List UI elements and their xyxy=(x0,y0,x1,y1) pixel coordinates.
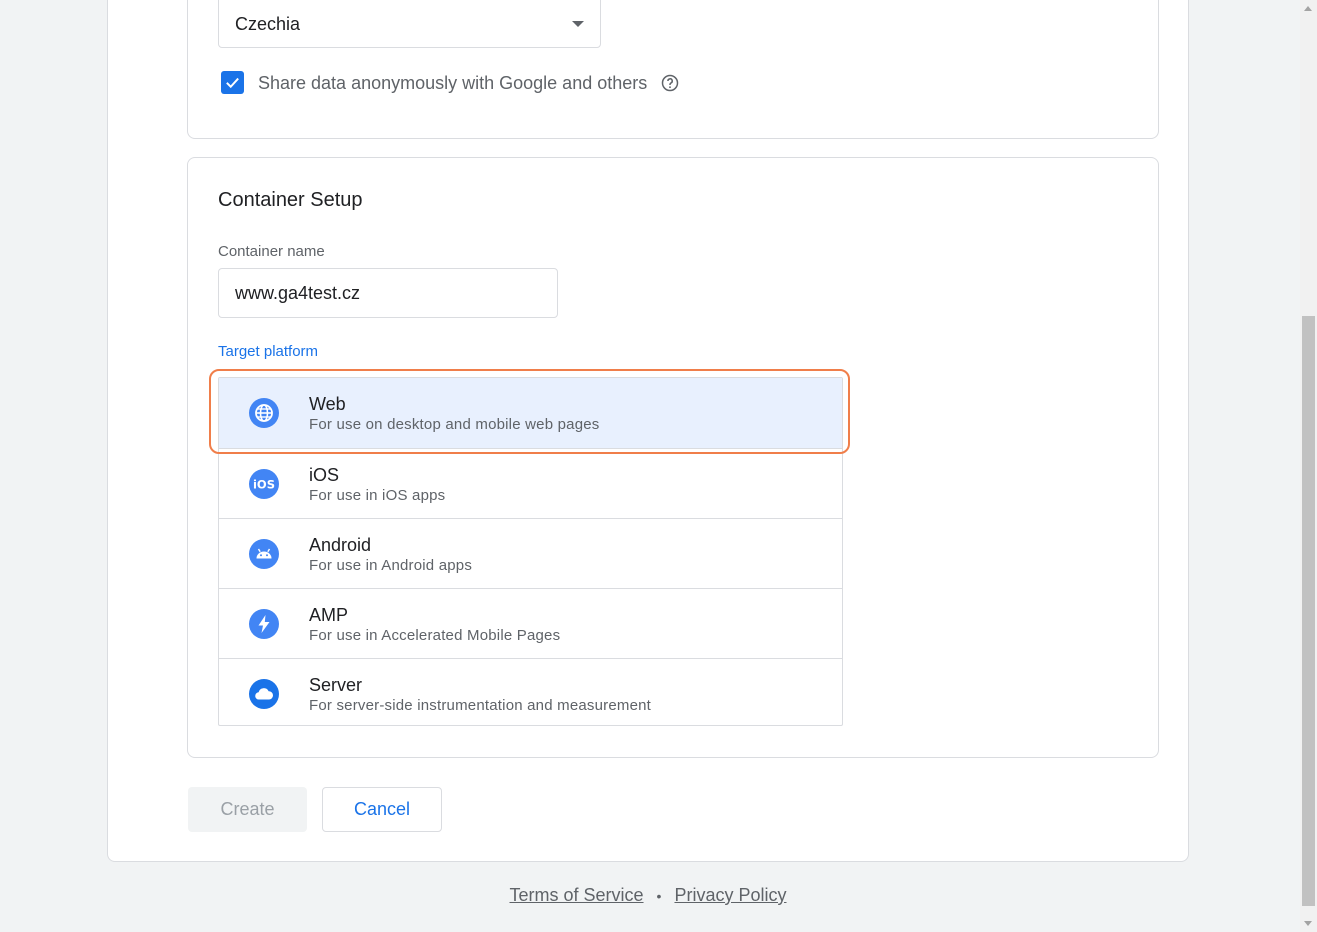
container-setup-title: Container Setup xyxy=(218,189,363,211)
help-icon[interactable] xyxy=(661,74,679,92)
cancel-button[interactable]: Cancel xyxy=(322,787,442,832)
platform-option-server[interactable]: Server For server-side instrumentation a… xyxy=(219,658,842,728)
country-select-value: Czechia xyxy=(235,14,301,34)
platform-desc: For use on desktop and mobile web pages xyxy=(309,416,600,433)
container-name-input[interactable] xyxy=(218,268,558,318)
checkmark-icon xyxy=(226,77,239,89)
footer: Terms of Service • Privacy Policy xyxy=(0,885,1296,906)
country-select[interactable]: Czechia xyxy=(218,0,601,48)
target-platform-label: Target platform xyxy=(218,343,319,360)
create-button[interactable]: Create xyxy=(188,787,307,832)
platform-name: AMP xyxy=(309,605,349,625)
scrollbar-thumb[interactable] xyxy=(1302,316,1315,906)
scroll-down-arrow-icon[interactable] xyxy=(1300,915,1317,932)
cloud-icon xyxy=(249,679,279,709)
share-data-checkbox[interactable] xyxy=(221,71,244,94)
platform-desc: For use in Android apps xyxy=(309,557,473,574)
privacy-policy-link[interactable]: Privacy Policy xyxy=(674,885,786,905)
platform-list: Web For use on desktop and mobile web pa… xyxy=(218,377,843,726)
platform-desc: For use in iOS apps xyxy=(309,487,446,504)
platform-name: Web xyxy=(309,394,346,414)
footer-separator: • xyxy=(656,888,662,904)
platform-option-android[interactable]: Android For use in Android apps xyxy=(219,518,842,588)
amp-bolt-icon xyxy=(249,609,279,639)
platform-name: iOS xyxy=(309,465,340,485)
share-data-label: Share data anonymously with Google and o… xyxy=(258,73,648,93)
page-scrollbar[interactable] xyxy=(1300,0,1317,932)
scroll-up-arrow-icon[interactable] xyxy=(1300,0,1317,17)
svg-text:iOS: iOS xyxy=(253,478,275,492)
platform-option-web[interactable]: Web For use on desktop and mobile web pa… xyxy=(219,378,842,448)
platform-desc: For server-side instrumentation and meas… xyxy=(309,697,652,714)
platform-name: Server xyxy=(309,675,363,695)
caret-down-icon xyxy=(572,21,584,27)
platform-name: Android xyxy=(309,535,372,555)
ios-icon: iOS xyxy=(249,469,279,499)
platform-option-amp[interactable]: AMP For use in Accelerated Mobile Pages xyxy=(219,588,842,658)
platform-desc: For use in Accelerated Mobile Pages xyxy=(309,627,561,644)
container-name-label: Container name xyxy=(218,243,325,260)
terms-of-service-link[interactable]: Terms of Service xyxy=(509,885,643,905)
platform-option-ios[interactable]: iOS iOS For use in iOS apps xyxy=(219,448,842,518)
globe-icon xyxy=(249,398,279,428)
android-icon xyxy=(249,539,279,569)
